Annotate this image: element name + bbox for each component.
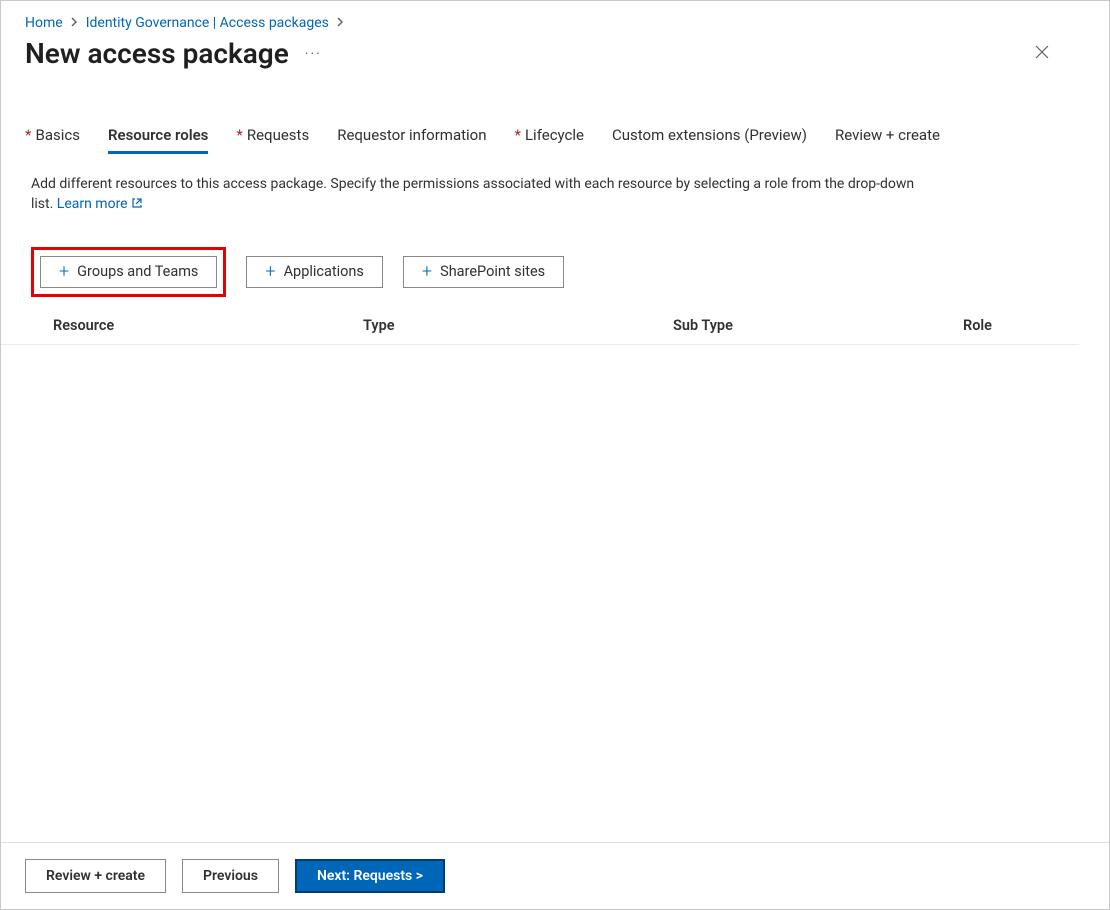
breadcrumb-home[interactable]: Home xyxy=(25,15,63,31)
review-create-button[interactable]: Review + create xyxy=(25,859,166,893)
required-indicator: * xyxy=(236,126,242,144)
tab-label: Requestor information xyxy=(337,126,486,144)
next-button[interactable]: Next: Requests > xyxy=(295,859,445,893)
breadcrumb: Home Identity Governance | Access packag… xyxy=(1,1,1109,31)
plus-icon: + xyxy=(422,263,432,281)
add-resource-buttons: + Groups and Teams + Applications + Shar… xyxy=(1,215,1109,297)
column-header-resource[interactable]: Resource xyxy=(53,317,363,334)
description-text: Add different resources to this access p… xyxy=(31,176,914,212)
breadcrumb-section[interactable]: Identity Governance | Access packages xyxy=(86,15,329,31)
more-actions-icon[interactable]: ··· xyxy=(305,46,322,62)
tab-custom-extensions[interactable]: Custom extensions (Preview) xyxy=(612,126,807,154)
description: Add different resources to this access p… xyxy=(1,154,941,215)
close-button[interactable] xyxy=(1029,37,1055,70)
tab-label: Basics xyxy=(35,126,80,144)
tab-label: Resource roles xyxy=(108,126,208,144)
tab-review-create[interactable]: Review + create xyxy=(835,126,940,154)
add-applications-button[interactable]: + Applications xyxy=(246,256,382,288)
close-icon xyxy=(1035,45,1049,59)
footer: Review + create Previous Next: Requests … xyxy=(1,842,1109,909)
tab-lifecycle[interactable]: *Lifecycle xyxy=(515,126,585,154)
button-label: SharePoint sites xyxy=(440,263,545,280)
page-title: New access package xyxy=(25,37,289,70)
plus-icon: + xyxy=(59,263,69,281)
tab-label: Lifecycle xyxy=(525,126,584,144)
plus-icon: + xyxy=(265,263,275,281)
tab-requests[interactable]: * Requests xyxy=(236,126,309,154)
column-header-type[interactable]: Type xyxy=(363,317,673,334)
button-label: Groups and Teams xyxy=(77,263,198,280)
learn-more-link[interactable]: Learn more xyxy=(57,196,143,212)
tabs: *Basics Resource roles *Requests Request… xyxy=(1,126,1109,154)
learn-more-label: Learn more xyxy=(57,196,128,212)
column-header-subtype[interactable]: Sub Type xyxy=(673,317,963,334)
external-link-icon xyxy=(131,195,143,207)
page-root: Home Identity Governance | Access packag… xyxy=(0,0,1110,910)
empty-table-body xyxy=(1,345,1109,842)
required-indicator: * xyxy=(25,126,31,144)
tab-requestor-information[interactable]: Requestor information xyxy=(337,126,486,154)
add-groups-teams-button[interactable]: + Groups and Teams xyxy=(40,256,217,288)
tab-label: Requests xyxy=(247,126,309,144)
required-indicator: * xyxy=(515,126,521,144)
title-row: New access package ··· xyxy=(1,31,1109,70)
add-sharepoint-sites-button[interactable]: + SharePoint sites xyxy=(403,256,564,288)
tab-resource-roles[interactable]: Resource roles xyxy=(108,126,208,154)
tab-label: Custom extensions (Preview) xyxy=(612,126,807,144)
annotation-highlight: + Groups and Teams xyxy=(31,247,226,297)
button-label: Applications xyxy=(284,263,364,280)
resource-table-header: Resource Type Sub Type Role xyxy=(1,297,1079,345)
chevron-right-icon xyxy=(71,16,78,30)
chevron-right-icon xyxy=(337,16,344,30)
tab-basics[interactable]: *Basics xyxy=(25,126,80,154)
column-header-role[interactable]: Role xyxy=(963,317,1049,334)
previous-button[interactable]: Previous xyxy=(182,859,279,893)
tab-label: Review + create xyxy=(835,126,940,144)
